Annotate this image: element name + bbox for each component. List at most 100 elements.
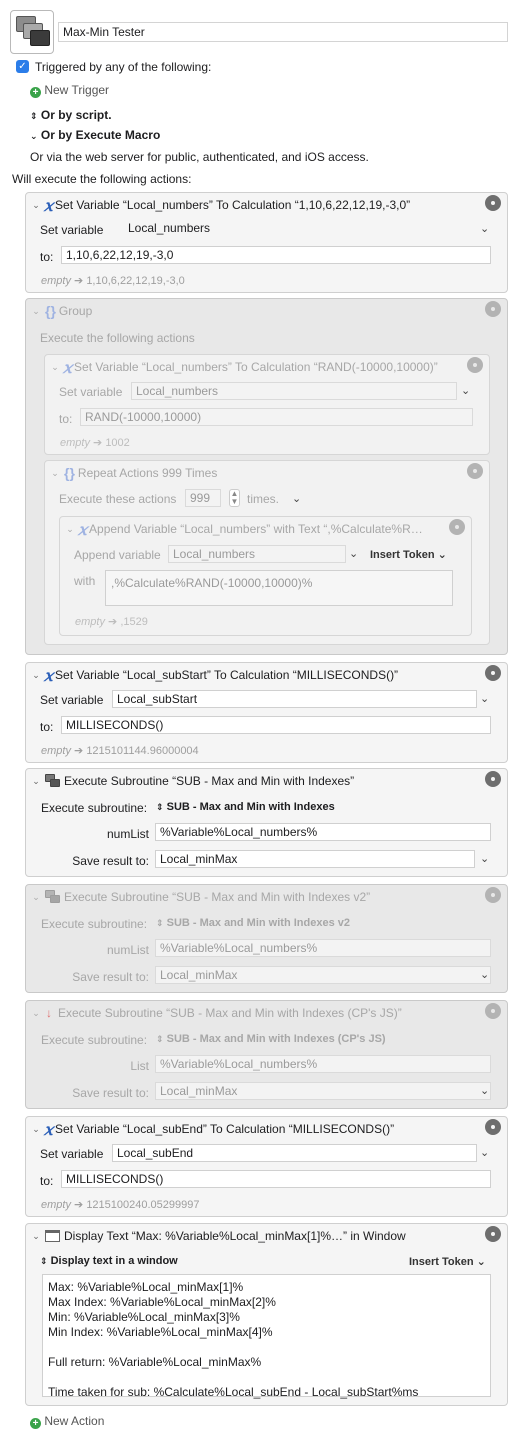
gear-icon[interactable] — [485, 887, 501, 903]
subroutine-select[interactable]: ⇕ SUB - Max and Min with Indexes v2 — [156, 917, 350, 929]
action-title: Execute Subroutine “SUB - Max and Min wi… — [58, 1006, 402, 1020]
chevron-down-icon[interactable]: ⌄ — [64, 524, 76, 535]
macro-name-field[interactable]: Max-Min Tester — [58, 22, 508, 42]
execute-subroutine-label: Execute subroutine: — [41, 917, 148, 931]
chevron-down-icon[interactable]: ⌄ — [30, 1124, 42, 1135]
chevron-down-icon[interactable]: ⌄ — [349, 547, 358, 560]
chevron-down-icon[interactable]: ⌄ — [30, 1231, 42, 1242]
chevron-down-icon[interactable]: ⌄ — [480, 1146, 489, 1159]
with-label: with — [74, 574, 96, 588]
action-set-variable-numbers[interactable]: ⌄ 𝑥 Set Variable “Local_numbers” To Calc… — [25, 192, 508, 293]
param-field[interactable]: %Variable%Local_numbers% — [155, 823, 491, 841]
action-title: Set Variable “Local_numbers” To Calculat… — [55, 198, 411, 212]
variable-name-field[interactable]: Local_numbers — [124, 220, 479, 238]
subroutine-select[interactable]: ⇕ SUB - Max and Min with Indexes (CP's J… — [156, 1033, 386, 1045]
chevron-down-icon[interactable]: ⌄ — [30, 200, 42, 211]
gear-icon[interactable] — [485, 195, 501, 211]
chevron-down-icon[interactable]: ⌄ — [480, 692, 489, 705]
chevron-down-icon[interactable]: ⌄ — [480, 222, 489, 235]
updown-chevron-icon: ⇕ — [156, 802, 164, 812]
action-title-row: ⌄ Execute Subroutine “SUB - Max and Min … — [30, 772, 503, 790]
gear-icon[interactable] — [467, 463, 483, 479]
calculation-field[interactable]: RAND(-10000,10000) — [80, 408, 473, 426]
new-trigger-button[interactable]: + New Trigger — [30, 83, 109, 98]
gear-icon[interactable] — [485, 301, 501, 317]
updown-chevron-icon: ⇕ — [40, 1256, 48, 1266]
calculation-icon: 𝑥 — [44, 1119, 54, 1139]
calculation-field[interactable]: MILLISECONDS() — [61, 716, 491, 734]
actions-header: Will execute the following actions: — [12, 172, 192, 186]
chevron-down-icon[interactable]: ⌄ — [30, 670, 42, 681]
save-result-field[interactable]: Local_minMax — [155, 850, 475, 868]
gear-icon[interactable] — [485, 1119, 501, 1135]
action-append-variable[interactable]: ⌄ 𝑥 Append Variable “Local_numbers” with… — [59, 516, 472, 636]
action-execute-subroutine[interactable]: ⌄ Execute Subroutine “SUB - Max and Min … — [25, 768, 508, 877]
display-text-field[interactable]: Max: %Variable%Local_minMax[1]% Max Inde… — [42, 1274, 491, 1399]
set-variable-label: Set variable — [40, 1147, 104, 1161]
chevron-down-icon[interactable]: ⌄ — [30, 306, 42, 317]
chevron-down-icon[interactable]: ⌄ — [49, 468, 61, 479]
gear-icon[interactable] — [467, 357, 483, 373]
save-result-field[interactable]: Local_minMax — [155, 1082, 491, 1100]
action-repeat[interactable]: ⌄ {} Repeat Actions 999 Times Execute th… — [44, 460, 490, 645]
gear-icon[interactable] — [485, 1226, 501, 1242]
action-title-row: ⌄ {} Repeat Actions 999 Times — [49, 464, 485, 482]
param-field[interactable]: %Variable%Local_numbers% — [155, 1055, 491, 1073]
repeat-count-field[interactable]: 999 — [185, 489, 221, 507]
chevron-down-icon[interactable]: ⌄ — [30, 776, 42, 787]
result-preview: empty ➔ 1,10,6,22,12,19,-3,0 — [41, 275, 185, 287]
action-display-text[interactable]: ⌄ Display Text “Max: %Variable%Local_min… — [25, 1223, 508, 1406]
action-title: Set Variable “Local_subEnd” To Calculati… — [55, 1122, 395, 1136]
gear-icon[interactable] — [485, 665, 501, 681]
subroutine-icon — [45, 890, 61, 904]
chevron-down-icon[interactable]: ⌄ — [30, 1008, 42, 1019]
save-result-label: Save result to: — [72, 854, 149, 868]
action-title: Group — [58, 304, 93, 318]
action-set-variable-subend[interactable]: ⌄ 𝑥 Set Variable “Local_subEnd” To Calcu… — [25, 1116, 508, 1217]
save-result-field[interactable]: Local_minMax — [155, 966, 491, 984]
action-title-row: ⌄ 𝑥 Set Variable “Local_numbers” To Calc… — [49, 358, 485, 377]
gear-icon[interactable] — [449, 519, 465, 535]
stepper[interactable]: ▲ ▼ — [229, 489, 240, 507]
action-group[interactable]: ⌄ {} Group Execute the following actions… — [25, 298, 508, 655]
or-by-execute-macro[interactable]: ⌄ Or by Execute Macro — [30, 128, 160, 142]
gear-icon[interactable] — [485, 1003, 501, 1019]
insert-token-button[interactable]: Insert Token ⌄ — [370, 548, 447, 561]
append-text-field[interactable]: ,%Calculate%RAND(-10000,10000)% — [105, 570, 453, 606]
gear-icon[interactable] — [485, 771, 501, 787]
chevron-down-icon: ⌄ — [30, 131, 38, 141]
chevron-down-icon[interactable]: ⌄ — [30, 892, 42, 903]
action-title-row: ⌄ ↓ Execute Subroutine “SUB - Max and Mi… — [30, 1004, 503, 1022]
chevron-down-icon[interactable]: ⌄ — [480, 1084, 489, 1097]
calculation-field[interactable]: MILLISECONDS() — [61, 1170, 491, 1188]
triggered-checkbox[interactable]: ✓ — [16, 60, 29, 73]
display-mode-select[interactable]: ⇕ Display text in a window — [40, 1255, 178, 1267]
add-icon: + — [30, 1418, 41, 1429]
action-execute-subroutine-cp[interactable]: ⌄ ↓ Execute Subroutine “SUB - Max and Mi… — [25, 1000, 508, 1109]
param-field[interactable]: %Variable%Local_numbers% — [155, 939, 491, 957]
execute-subroutine-label: Execute subroutine: — [41, 801, 148, 815]
action-set-variable-rand[interactable]: ⌄ 𝑥 Set Variable “Local_numbers” To Calc… — [44, 354, 490, 455]
to-label: to: — [40, 1174, 54, 1188]
calculation-field[interactable]: 1,10,6,22,12,19,-3,0 — [61, 246, 491, 264]
action-title-row: ⌄ 𝑥 Set Variable “Local_numbers” To Calc… — [30, 196, 503, 215]
chevron-down-icon[interactable]: ⌄ — [480, 968, 489, 981]
chevron-down-icon[interactable]: ⌄ — [292, 492, 301, 505]
variable-name-field[interactable]: Local_numbers — [131, 382, 457, 400]
insert-token-button[interactable]: Insert Token ⌄ — [409, 1255, 486, 1268]
chevron-down-icon[interactable]: ⌄ — [480, 852, 489, 865]
or-by-script[interactable]: ⇕ Or by script. — [30, 108, 112, 122]
action-set-variable-substart[interactable]: ⌄ 𝑥 Set Variable “Local_subStart” To Cal… — [25, 662, 508, 763]
chevron-down-icon[interactable]: ⌄ — [461, 384, 470, 397]
new-action-button[interactable]: + New Action — [30, 1414, 104, 1429]
action-execute-subroutine-v2[interactable]: ⌄ Execute Subroutine “SUB - Max and Min … — [25, 884, 508, 993]
times-label: times. — [247, 492, 280, 506]
arrow-down-icon: ↓ — [46, 1006, 52, 1020]
variable-name-field[interactable]: Local_subStart — [112, 690, 477, 708]
variable-name-field[interactable]: Local_subEnd — [112, 1144, 477, 1162]
macro-icon[interactable] — [10, 10, 54, 54]
chevron-down-icon[interactable]: ⌄ — [49, 362, 61, 373]
action-title: Repeat Actions 999 Times — [77, 466, 218, 480]
subroutine-select[interactable]: ⇕ SUB - Max and Min with Indexes — [156, 801, 335, 813]
variable-name-field[interactable]: Local_numbers — [168, 545, 346, 563]
